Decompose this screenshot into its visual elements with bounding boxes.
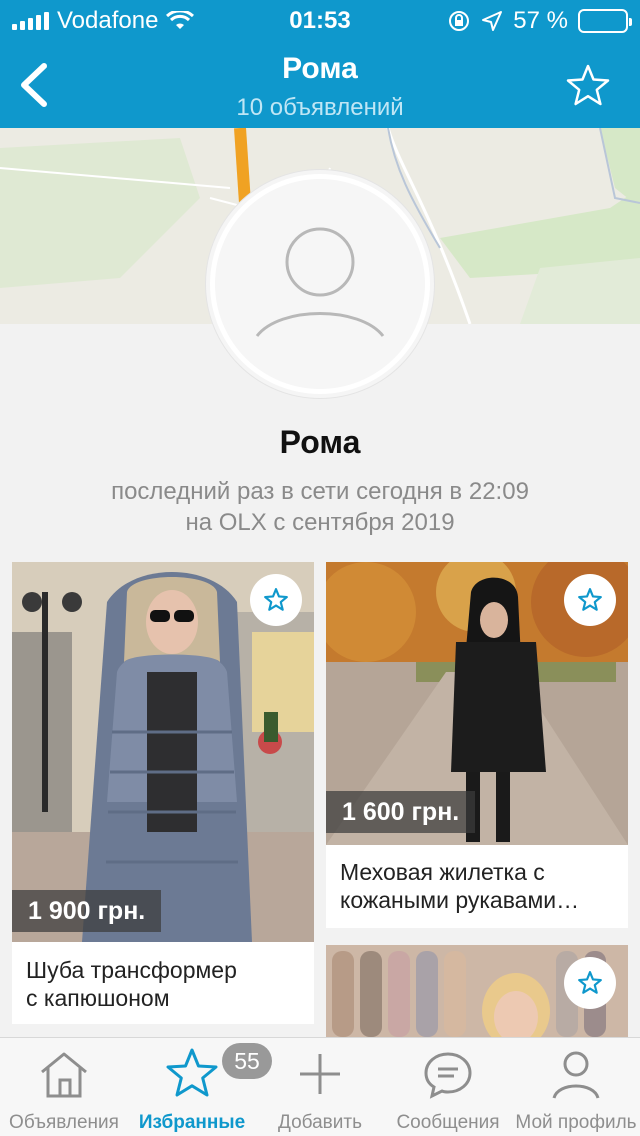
listing-title: Меховая жилетка с кожаными рукавами…: [340, 859, 580, 913]
tab-label: Сообщения: [396, 1112, 500, 1133]
status-bar: Vodafone 01:53 57 %: [0, 0, 640, 40]
avatar: [206, 170, 434, 398]
tab-label: Избранные: [138, 1112, 246, 1133]
member-since: на OLX с сентября 2019: [185, 509, 455, 536]
star-icon: [264, 588, 288, 611]
person-placeholder-icon: [255, 227, 385, 337]
ads-count: 10 объявлений: [236, 94, 404, 121]
home-icon: [41, 1052, 87, 1098]
star-icon: [578, 588, 602, 611]
seller-meta: последний раз в сети сегодня в 22:09 на …: [0, 476, 640, 538]
tab-listings[interactable]: Объявления: [0, 1046, 128, 1136]
favorite-seller-button[interactable]: [564, 62, 612, 110]
battery-icon: [578, 9, 632, 33]
listing-price: 1 900 грн.: [12, 890, 162, 932]
tab-add[interactable]: Добавить: [256, 1046, 384, 1136]
star-icon: [578, 971, 602, 994]
seller-name: Рома: [279, 424, 361, 460]
person-icon: [552, 1051, 600, 1099]
tab-label: Объявления: [9, 1112, 119, 1133]
listing-title: Шуба трансформер с капюшоном: [26, 957, 237, 1011]
chat-icon: [424, 1052, 472, 1099]
rotation-lock-icon: [449, 11, 470, 31]
listing-card[interactable]: 1 600 грн. Меховая жилетка с кожаными ру…: [326, 562, 628, 928]
favorites-count-badge: 55: [222, 1043, 272, 1079]
page-title: Рома: [282, 52, 358, 85]
favorite-toggle-button[interactable]: [564, 957, 616, 1009]
last-seen: последний раз в сети сегодня в 22:09: [111, 478, 529, 505]
tab-label: Добавить: [278, 1112, 362, 1133]
location-arrow-icon: [482, 11, 503, 31]
listing-price: 1 600 грн.: [326, 791, 476, 833]
listing-card[interactable]: [326, 945, 628, 1037]
battery-percent: 57 %: [513, 7, 568, 34]
favorite-toggle-button[interactable]: [564, 574, 616, 626]
tab-profile[interactable]: Мой профиль: [512, 1046, 640, 1136]
favorite-toggle-button[interactable]: [250, 574, 302, 626]
top-bar: Vodafone 01:53 57 % Рома 10 объявлений: [0, 0, 640, 128]
plus-icon: [300, 1054, 340, 1094]
listing-card[interactable]: 1 900 грн. Шуба трансформер с капюшоном: [12, 562, 314, 1024]
tab-bar: Объявления Избранные Добавить Сообщения …: [0, 1037, 640, 1136]
tab-label: Мой профиль: [515, 1112, 637, 1133]
star-icon: [166, 1048, 218, 1097]
tab-messages[interactable]: Сообщения: [384, 1046, 512, 1136]
